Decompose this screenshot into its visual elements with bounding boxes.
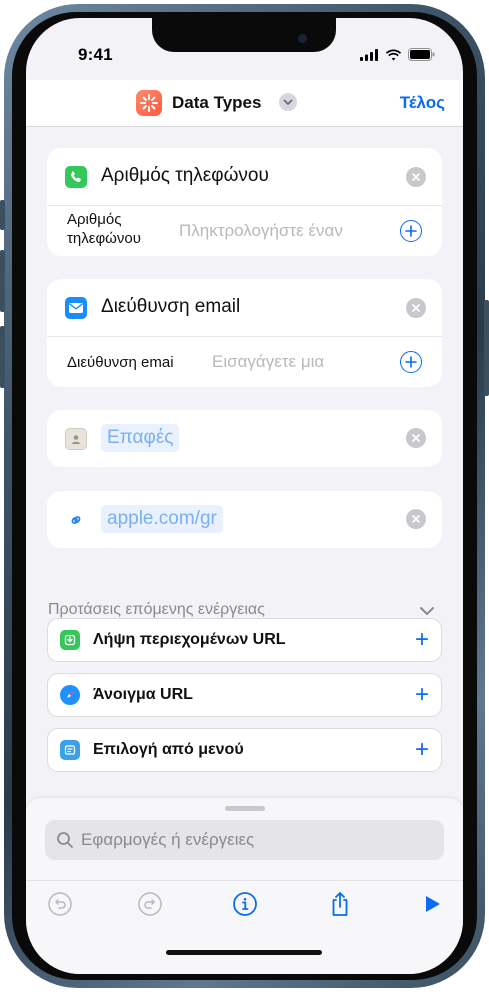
close-icon [412,304,420,312]
plus-icon [405,356,417,368]
redo-button[interactable] [136,890,164,918]
close-icon [412,515,420,523]
url-action-card: apple.com/gr [47,491,442,548]
safari-icon [60,685,80,705]
add-phone-button[interactable] [400,220,422,242]
home-indicator[interactable] [166,950,322,955]
run-button[interactable] [418,890,446,918]
suggestions-title: Προτάσεις επόμενης ενέργειας [48,601,265,618]
phone-field-label: Αριθμός τηλεφώνου [67,210,141,248]
plus-icon[interactable]: + [415,628,429,652]
nav-divider [26,126,463,127]
done-button[interactable]: Τέλος [400,93,445,113]
screen: 9:41 Data Types Τέλος Αριθμός τηλεφώνου … [26,18,463,974]
search-placeholder: Εφαρμογές ή ενέργειες [81,830,255,849]
suggestion-label: Άνοιγμα URL [93,686,193,703]
contacts-action-card: Επαφές [47,410,442,467]
contacts-token[interactable]: Επαφές [101,424,180,452]
suggestion-label: Λήψη περιεχομένων URL [93,631,286,648]
remove-action-button[interactable] [406,509,426,529]
sheet-grabber[interactable] [225,806,265,811]
share-icon [332,892,348,916]
row-divider [47,336,442,337]
phone-field-label-line1: Αριθμός [67,211,122,228]
sparkle-icon [140,94,158,112]
remove-action-button[interactable] [406,167,426,187]
suggestion-label: Επιλογή από μενού [93,741,244,758]
contacts-icon [65,428,87,450]
info-button[interactable] [231,890,259,918]
search-input[interactable]: Εφαρμογές ή ενέργειες [45,820,444,860]
add-email-button[interactable] [400,351,422,373]
suggestion-item[interactable]: Άνοιγμα URL + [47,673,442,717]
phone-number-action-card: Αριθμός τηλεφώνου Αριθμός τηλεφώνου Πληκ… [47,148,442,256]
remove-action-button[interactable] [406,298,426,318]
camera-icon [298,34,307,43]
suggestion-item[interactable]: Λήψη περιεχομένων URL + [47,618,442,662]
phone-field-label-line2: τηλεφώνου [67,230,141,247]
mail-icon [65,297,87,319]
phone-number-title: Αριθμός τηλεφώνου [101,165,269,186]
side-button [484,300,489,396]
row-divider [47,205,442,206]
close-icon [412,434,420,442]
phone-number-input[interactable]: Πληκτρολογήστε έναν [179,221,343,241]
wifi-icon [385,49,402,60]
title-menu-button[interactable] [279,93,297,111]
close-icon [412,173,420,181]
email-field-label: Διεύθυνση emai [67,354,174,371]
volume-up-button [0,250,5,312]
phone-icon [65,166,87,188]
suggestion-item[interactable]: Επιλογή από μενού + [47,728,442,772]
share-button[interactable] [326,890,354,918]
undo-icon [48,892,72,916]
redo-icon [138,892,162,916]
shortcut-icon[interactable] [136,90,162,116]
status-icons [360,48,435,61]
cellular-signal-icon [360,48,378,61]
play-icon [426,896,440,912]
info-icon [233,892,257,916]
shortcut-title[interactable]: Data Types [172,93,261,113]
download-icon [60,630,80,650]
link-icon [65,509,87,531]
chevron-down-icon [420,607,434,615]
silent-switch [0,200,5,230]
menu-icon [60,740,80,760]
chevron-down-icon [283,99,293,105]
email-title: Διεύθυνση email [101,296,241,317]
url-token[interactable]: apple.com/gr [101,505,223,533]
undo-button[interactable] [46,890,74,918]
status-time: 9:41 [78,45,113,64]
battery-icon [408,48,435,61]
remove-action-button[interactable] [406,428,426,448]
volume-down-button [0,326,5,388]
notch [152,18,336,52]
plus-icon [405,225,417,237]
email-input[interactable]: Εισαγάγετε μια [212,352,324,372]
email-action-card: Διεύθυνση email Διεύθυνση emai Εισαγάγετ… [47,279,442,387]
plus-icon[interactable]: + [415,738,429,762]
search-icon [57,832,73,848]
plus-icon[interactable]: + [415,683,429,707]
